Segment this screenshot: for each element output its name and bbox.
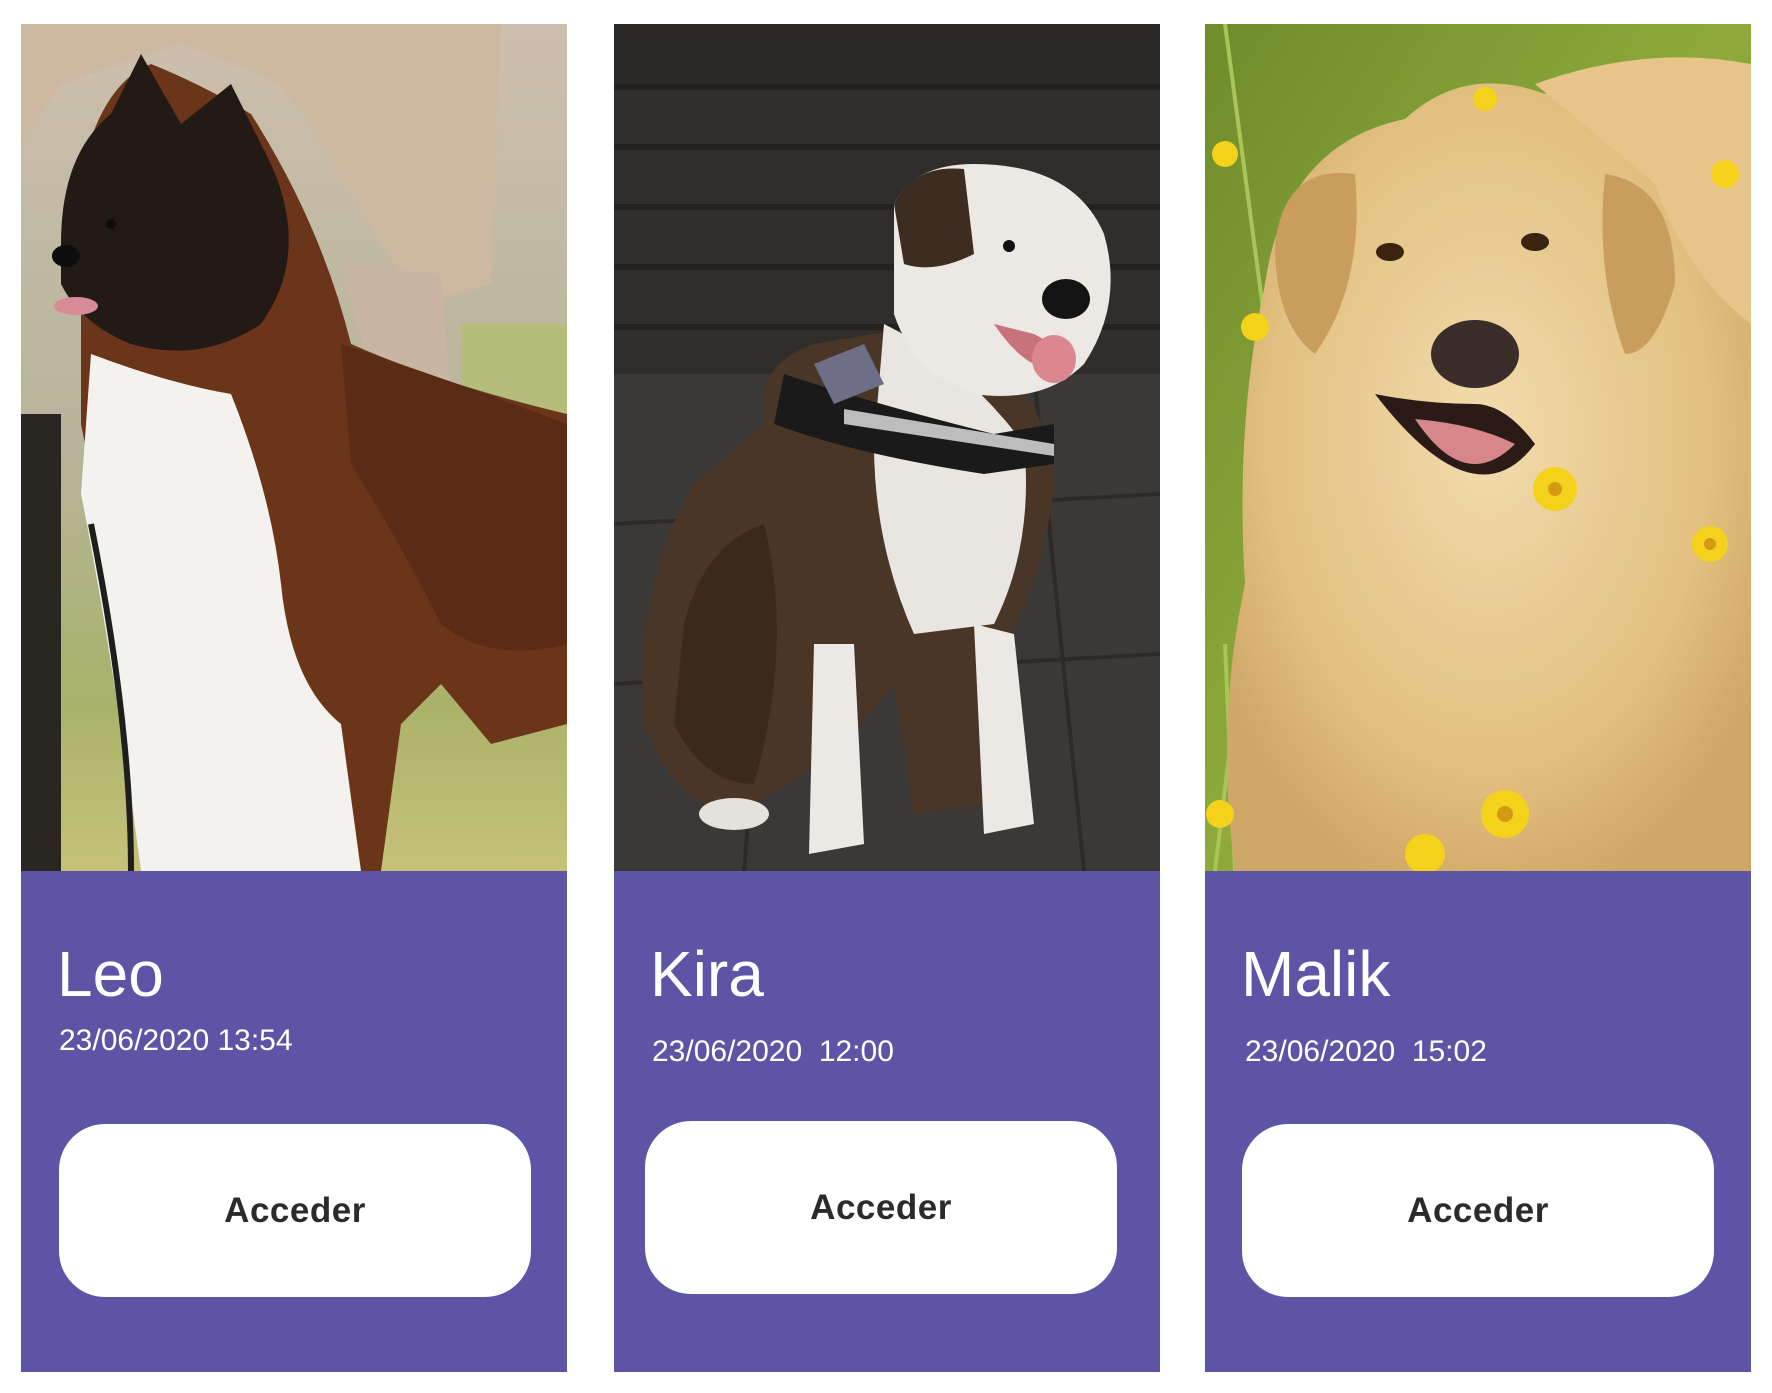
pet-card-malik: Malik 23/06/2020 15:02 Acceder [1205,24,1751,1372]
pet-datetime: 23/06/2020 15:02 [1245,1035,1487,1068]
pet-datetime: 23/06/2020 12:00 [652,1035,894,1068]
access-button[interactable]: Acceder [645,1121,1117,1294]
staffordshire-dog-photo [614,24,1160,871]
pet-name: Kira [650,938,764,1010]
access-button-label: Acceder [1407,1190,1549,1230]
pet-name: Malik [1241,938,1391,1010]
access-button-label: Acceder [810,1187,952,1227]
access-button-label: Acceder [224,1190,366,1230]
pet-datetime: 23/06/2020 13:54 [59,1024,293,1057]
access-button[interactable]: Acceder [59,1124,531,1297]
pet-name: Leo [57,938,164,1010]
pet-card-leo: Leo 23/06/2020 13:54 Acceder [21,24,567,1372]
akita-dog-photo [21,24,567,871]
access-button[interactable]: Acceder [1242,1124,1714,1297]
golden-retriever-photo [1205,24,1751,871]
pet-card-kira: Kira 23/06/2020 12:00 Acceder [614,24,1160,1372]
